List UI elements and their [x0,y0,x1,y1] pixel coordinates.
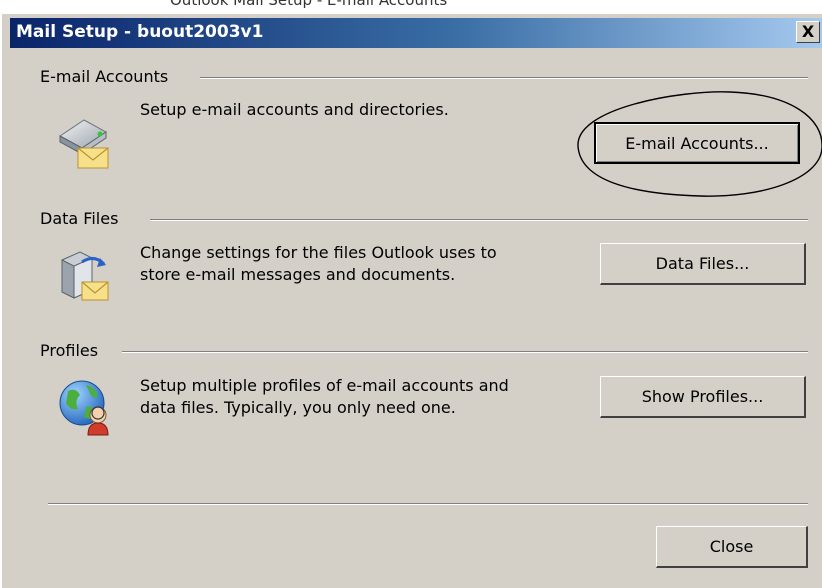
mail-setup-dialog: Mail Setup - buout2003v1 X E-mail Accoun… [0,14,822,588]
data-files-button[interactable]: Data Files... [599,242,807,286]
mail-accounts-icon [59,119,109,169]
cropped-top-text: Outlook Mail Setup - E-mail Accounts [0,0,822,14]
email-accounts-button[interactable]: E-mail Accounts... [593,121,801,165]
cropped-caption: Outlook Mail Setup - E-mail Accounts [170,0,448,9]
group-divider [200,77,808,79]
title-bar[interactable]: Mail Setup - buout2003v1 X [10,18,822,48]
group-divider [122,351,808,353]
profiles-group-label: Profiles [40,341,105,360]
profiles-description: Setup multiple profiles of e-mail accoun… [140,376,509,417]
profiles-globe-icon [59,380,109,436]
email-accounts-description: Setup e-mail accounts and directories. [140,100,449,119]
close-button[interactable]: Close [655,525,809,569]
group-divider [150,219,808,221]
window-title: Mail Setup - buout2003v1 [16,22,264,42]
data-files-group-label: Data Files [40,209,125,228]
data-files-icon [61,251,109,301]
footer-separator [48,503,808,505]
email-accounts-group-label: E-mail Accounts [40,67,175,86]
data-files-description: Change settings for the files Outlook us… [140,243,497,284]
show-profiles-button[interactable]: Show Profiles... [599,375,807,419]
close-window-button[interactable]: X [796,21,820,43]
